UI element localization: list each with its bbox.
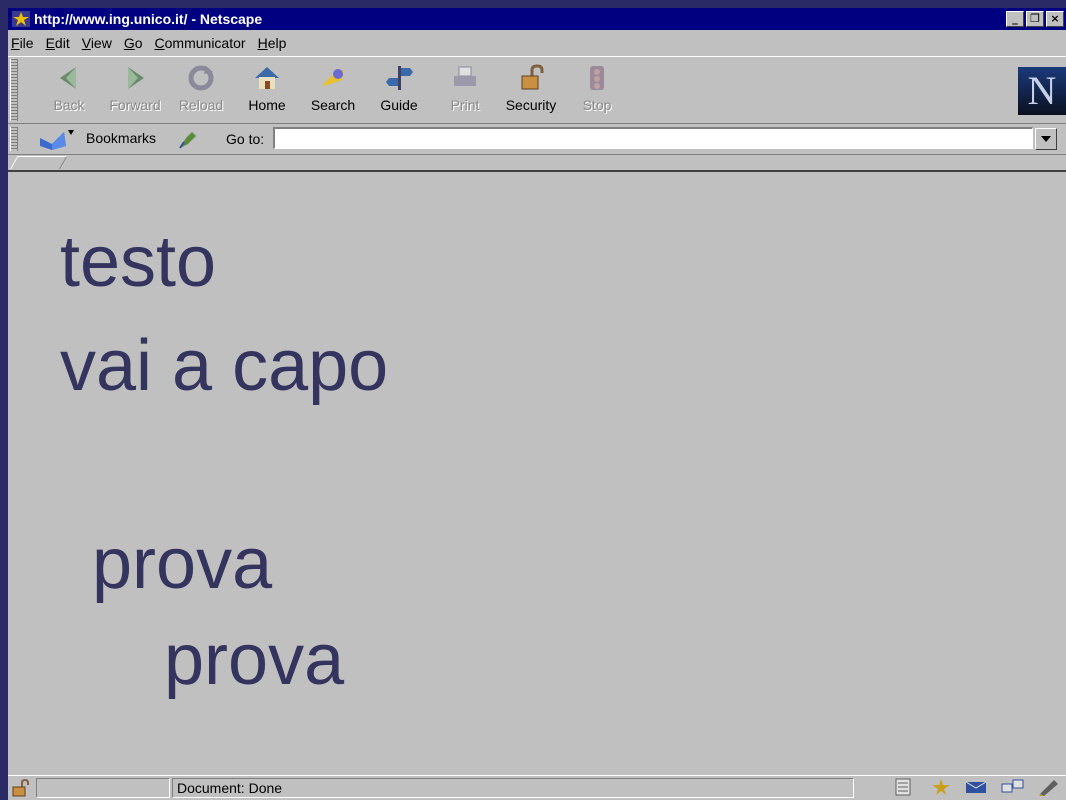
menu-edit[interactable]: Edit <box>40 35 76 51</box>
netscape-icon <box>12 11 30 27</box>
print-button[interactable]: Print <box>434 63 496 119</box>
location-toolbar: Bookmarks Go to: <box>8 124 1066 155</box>
printer-icon <box>448 63 482 93</box>
progress-cell <box>36 778 170 798</box>
chevron-down-icon <box>1041 136 1051 142</box>
list-icon[interactable] <box>892 778 918 796</box>
browser-window: http://www.ing.unico.it/ - Netscape _ ❐ … <box>8 8 1066 800</box>
forward-arrow-icon <box>118 63 152 93</box>
menu-view[interactable]: View <box>76 35 118 51</box>
menu-help[interactable]: Help <box>252 35 293 51</box>
toolbar-grip[interactable] <box>10 59 18 121</box>
goto-label: Go to: <box>226 131 265 147</box>
home-button[interactable]: Home <box>236 63 298 119</box>
text-line-prova-1: prova <box>92 524 273 604</box>
home-icon <box>250 63 284 93</box>
restore-button[interactable]: ❐ <box>1026 11 1044 27</box>
status-text: Document: Done <box>172 778 854 798</box>
mail-icon[interactable] <box>964 778 990 796</box>
security-button[interactable]: Security <box>500 63 562 119</box>
page-proxy-icon[interactable] <box>176 128 198 150</box>
navigator-icon[interactable] <box>928 778 954 796</box>
text-line-prova-2: prova <box>164 620 345 700</box>
guide-button[interactable]: Guide <box>368 63 430 119</box>
composer-icon[interactable] <box>1036 778 1062 796</box>
search-button[interactable]: Search <box>302 63 364 119</box>
close-button[interactable]: × <box>1046 11 1064 27</box>
page-content: testo vai a capo prova prova <box>8 172 1066 774</box>
toolbar-tab-handle[interactable] <box>10 156 68 169</box>
stop-icon <box>580 63 614 93</box>
text-line-vai-a-capo: vai a capo <box>60 326 389 406</box>
reload-button[interactable]: Reload <box>170 63 232 119</box>
netscape-logo[interactable]: N <box>1018 67 1066 115</box>
minimize-button[interactable]: _ <box>1006 11 1024 27</box>
back-button[interactable]: Back <box>38 63 100 119</box>
window-title: http://www.ing.unico.it/ - Netscape <box>34 11 263 27</box>
search-icon <box>316 63 350 93</box>
status-bar: Document: Done <box>8 775 1066 800</box>
location-grip[interactable] <box>10 127 18 151</box>
security-lock-icon[interactable] <box>10 778 32 797</box>
url-input[interactable] <box>273 127 1033 149</box>
text-line-testo: testo <box>60 222 217 302</box>
collapsed-toolbar-strip <box>8 156 1066 172</box>
stop-button[interactable]: Stop <box>566 63 628 119</box>
menu-communicator[interactable]: Communicator <box>149 35 252 51</box>
menu-bar: File Edit View Go Communicator Help <box>8 32 1066 54</box>
discussions-icon[interactable] <box>1000 778 1026 796</box>
forward-button[interactable]: Forward <box>104 63 166 119</box>
title-bar: http://www.ing.unico.it/ - Netscape _ ❐ … <box>8 8 1066 30</box>
back-arrow-icon <box>52 63 86 93</box>
padlock-icon <box>514 63 548 93</box>
url-dropdown-button[interactable] <box>1035 128 1057 150</box>
bookmarks-label[interactable]: Bookmarks <box>86 130 156 146</box>
menu-go[interactable]: Go <box>118 35 149 51</box>
bookmarks-icon[interactable] <box>38 128 76 150</box>
navigation-toolbar: Back Forward Reload Home Search Guide Pr… <box>8 56 1066 124</box>
guide-signpost-icon <box>382 63 416 93</box>
menu-file[interactable]: File <box>8 35 40 51</box>
reload-icon <box>184 63 218 93</box>
